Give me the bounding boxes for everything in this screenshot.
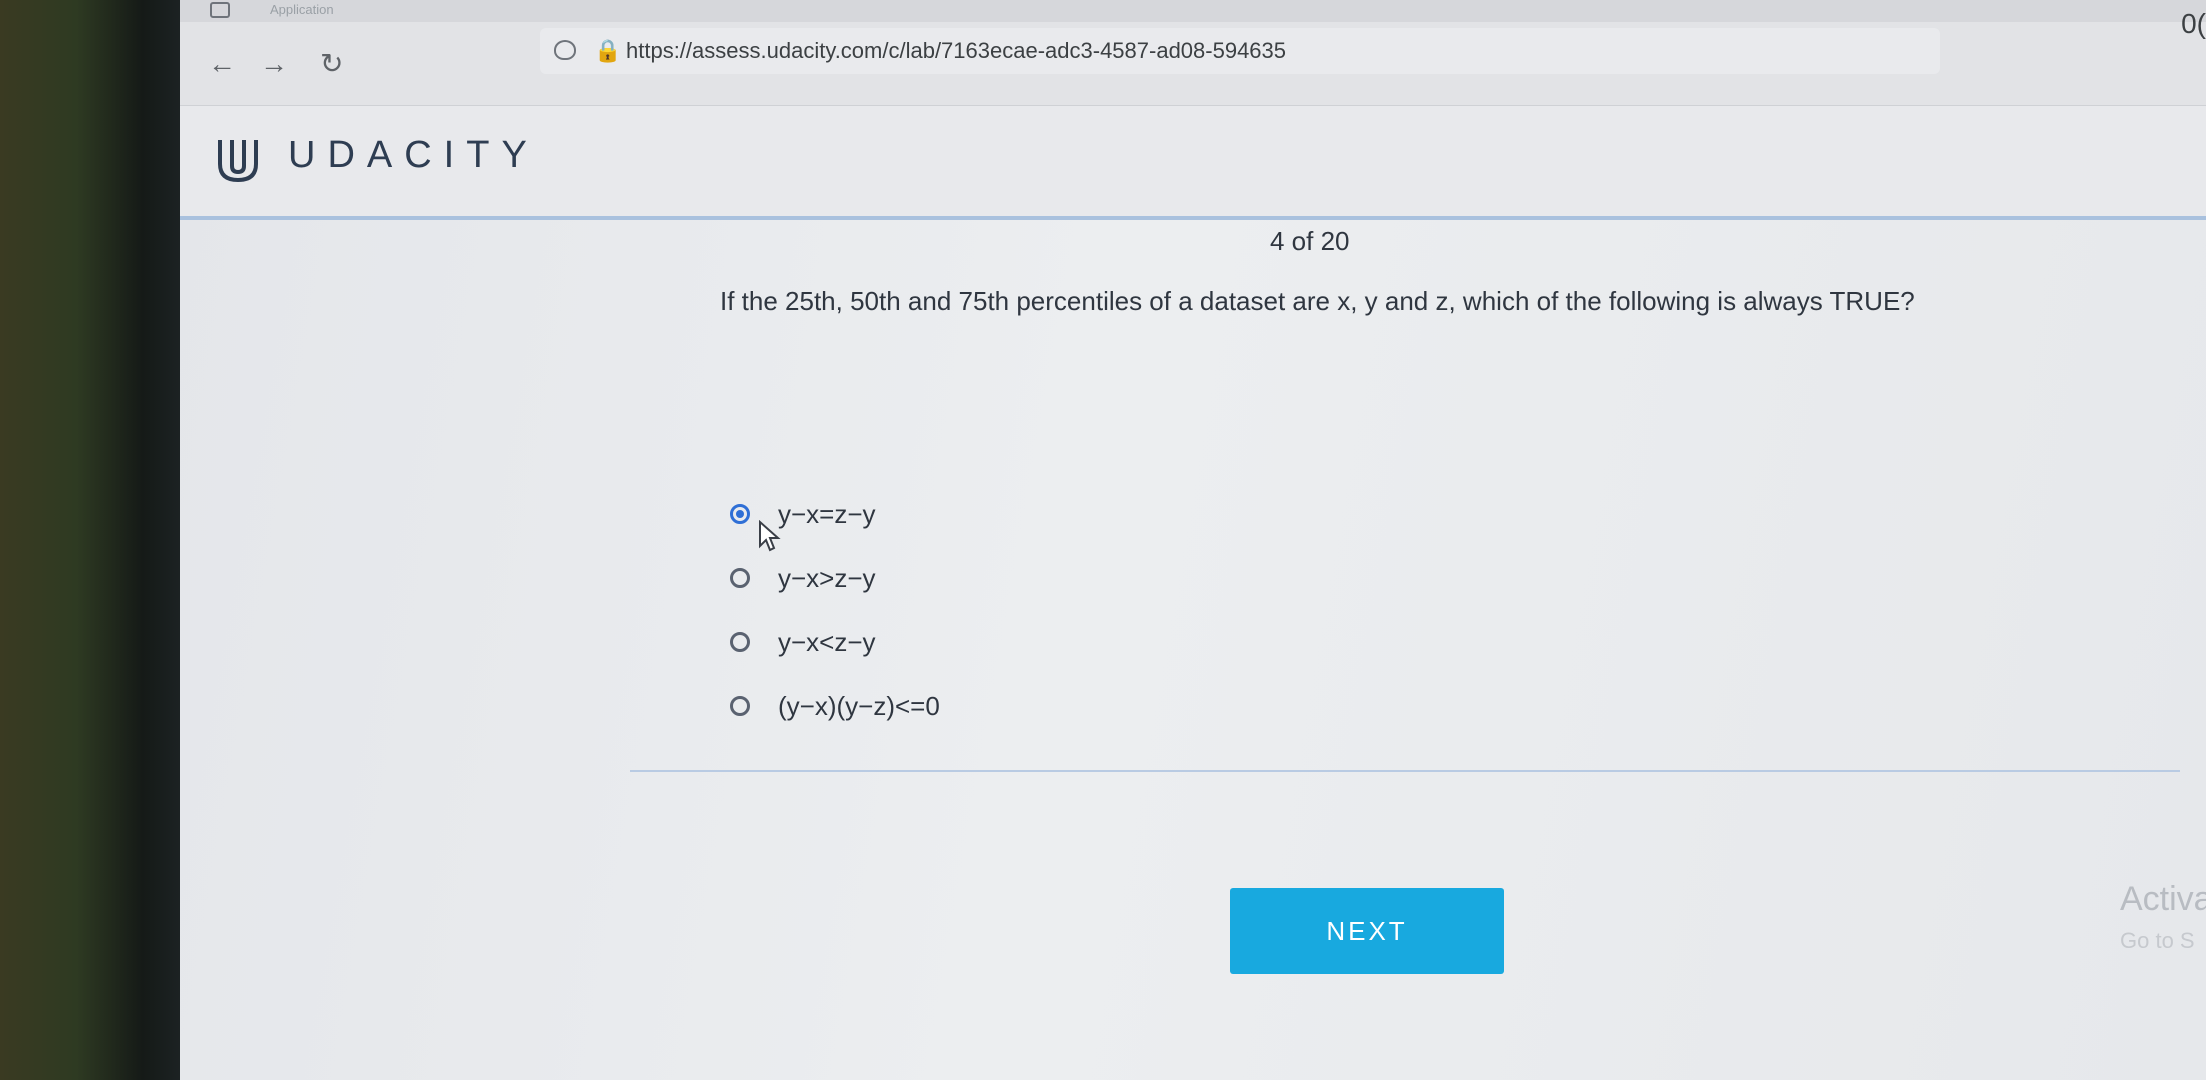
monitor-bezel — [0, 0, 190, 1080]
tab-label[interactable]: Application — [270, 2, 334, 17]
radio-icon[interactable] — [730, 568, 750, 588]
answer-option-label[interactable]: y−x=z−y — [778, 499, 876, 530]
tab-favicon-icon[interactable] — [210, 2, 230, 18]
divider — [630, 770, 2180, 772]
forward-arrow-icon[interactable]: → — [260, 50, 288, 78]
browser-toolbar: Application ← → ↻ 🔒 https://assess.udaci… — [180, 0, 2206, 106]
address-bar[interactable]: 🔒 https://assess.udacity.com/c/lab/7163e… — [540, 28, 1940, 74]
screen: Application ← → ↻ 🔒 https://assess.udaci… — [180, 0, 2206, 1080]
lock-icon[interactable]: 🔒 — [594, 38, 621, 64]
corner-text: 0( — [2181, 8, 2206, 39]
radio-selected-icon[interactable] — [730, 504, 750, 524]
next-button[interactable]: NEXT — [1230, 888, 1504, 974]
back-arrow-icon[interactable]: ← — [208, 50, 236, 78]
answer-option-label[interactable]: y−x>z−y — [778, 563, 876, 594]
activate-windows-hint: Go to S — [2120, 928, 2195, 953]
url-text[interactable]: https://assess.udacity.com/c/lab/7163eca… — [626, 38, 1286, 64]
answer-option[interactable]: y−x<z−y — [730, 610, 940, 674]
reload-icon[interactable]: ↻ — [320, 50, 343, 78]
shield-icon[interactable] — [554, 40, 576, 60]
logo-wordmark[interactable]: UDACITY — [288, 134, 539, 177]
mouse-cursor-icon — [759, 520, 781, 552]
radio-icon[interactable] — [730, 632, 750, 652]
quiz-content: 4 of 20 If the 25th, 50th and 75th perce… — [180, 220, 2206, 1080]
answer-option[interactable]: (y−x)(y−z)<=0 — [730, 674, 940, 738]
answer-option[interactable]: y−x>z−y — [730, 546, 940, 610]
udacity-logo-icon[interactable] — [216, 136, 260, 184]
activate-windows-watermark: Activa — [2120, 880, 2206, 918]
answer-option-label[interactable]: (y−x)(y−z)<=0 — [778, 691, 940, 722]
site-header: UDACITY — [180, 106, 2206, 220]
radio-icon[interactable] — [730, 696, 750, 716]
question-counter: 4 of 20 — [1270, 226, 1350, 256]
answer-option-label[interactable]: y−x<z−y — [778, 627, 876, 658]
tab-strip: Application — [180, 0, 2206, 22]
question-text: If the 25th, 50th and 75th percentiles o… — [720, 286, 1915, 316]
